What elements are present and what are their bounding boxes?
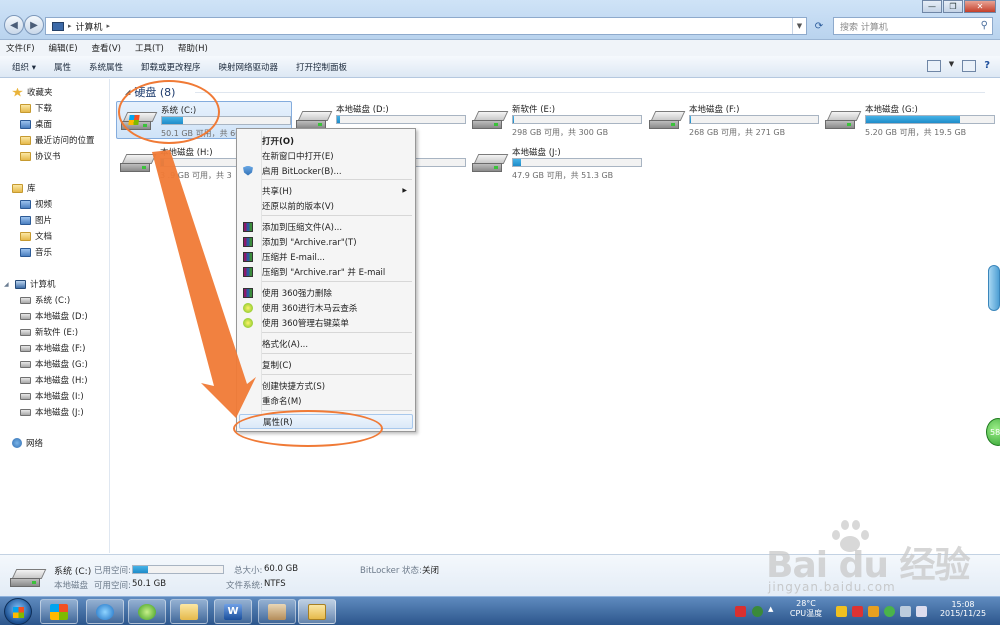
cpu-temp-label: CPU温度 bbox=[789, 609, 823, 618]
tray-app-icon[interactable] bbox=[868, 606, 879, 617]
taskbar-app-explorer[interactable] bbox=[298, 599, 336, 624]
tray-app-icon[interactable] bbox=[852, 606, 863, 617]
details-drive-name: 系统 (C:) bbox=[54, 567, 92, 577]
cpu-temp-value: 28°C bbox=[796, 599, 816, 608]
details-total-key: 总大小: bbox=[234, 566, 263, 576]
image-viewer-icon bbox=[268, 603, 286, 620]
details-pane: 系统 (C:) 已用空间: 总大小: 60.0 GB BitLocker 状态:… bbox=[0, 554, 1000, 596]
internet-explorer-icon bbox=[96, 603, 114, 620]
details-free-value: 50.1 GB bbox=[132, 579, 167, 589]
tray-app-icon[interactable] bbox=[884, 606, 895, 617]
taskbar: W ▲ 28°C CPU温度 15:08 2015/11/25 bbox=[0, 596, 1000, 625]
taskbar-app-word[interactable]: W bbox=[214, 599, 252, 624]
folder-icon bbox=[180, 603, 198, 620]
annotation-arrow bbox=[152, 150, 256, 418]
details-fs-key: 文件系统: bbox=[226, 581, 263, 591]
taskbar-app-image[interactable] bbox=[258, 599, 296, 624]
details-total-value: 60.0 GB bbox=[264, 564, 299, 574]
360-browser-icon bbox=[138, 603, 156, 620]
clock-time: 15:08 bbox=[951, 600, 975, 609]
word-icon: W bbox=[224, 603, 242, 620]
volume-icon[interactable] bbox=[916, 606, 927, 617]
side-handle[interactable] bbox=[988, 265, 1000, 311]
windows-icon bbox=[50, 603, 68, 620]
details-fs-value: NTFS bbox=[264, 579, 286, 589]
drive-icon bbox=[10, 569, 47, 589]
taskbar-app-360browser[interactable] bbox=[128, 599, 166, 624]
windows-logo-icon bbox=[13, 607, 24, 618]
taskbar-app-windows[interactable] bbox=[40, 599, 78, 624]
clock[interactable]: 15:08 2015/11/25 bbox=[938, 600, 988, 618]
tray-app-icon[interactable] bbox=[752, 606, 763, 617]
details-bitlocker-key: BitLocker 状态: bbox=[360, 566, 422, 576]
details-used-key: 已用空间: bbox=[94, 566, 131, 576]
tray-expand-icon[interactable]: ▲ bbox=[768, 605, 779, 616]
clock-date: 2015/11/25 bbox=[939, 609, 987, 618]
cpu-temp-widget[interactable]: 28°C CPU温度 bbox=[788, 599, 824, 619]
details-bitlocker-value: 关闭 bbox=[422, 566, 440, 576]
network-status-icon[interactable] bbox=[900, 606, 911, 617]
explorer-icon bbox=[308, 603, 326, 620]
taskbar-app-ie[interactable] bbox=[86, 599, 124, 624]
details-drive-type: 本地磁盘 bbox=[54, 581, 89, 591]
usage-fill bbox=[133, 566, 148, 573]
details-usage-bar bbox=[132, 565, 224, 574]
badge-count: 58 bbox=[990, 427, 1000, 437]
start-button[interactable] bbox=[4, 598, 32, 625]
details-free-key: 可用空间: bbox=[94, 581, 131, 591]
qq-icon[interactable] bbox=[836, 606, 847, 617]
taskbar-app-folder[interactable] bbox=[170, 599, 208, 624]
sogou-input-icon[interactable] bbox=[735, 606, 746, 617]
